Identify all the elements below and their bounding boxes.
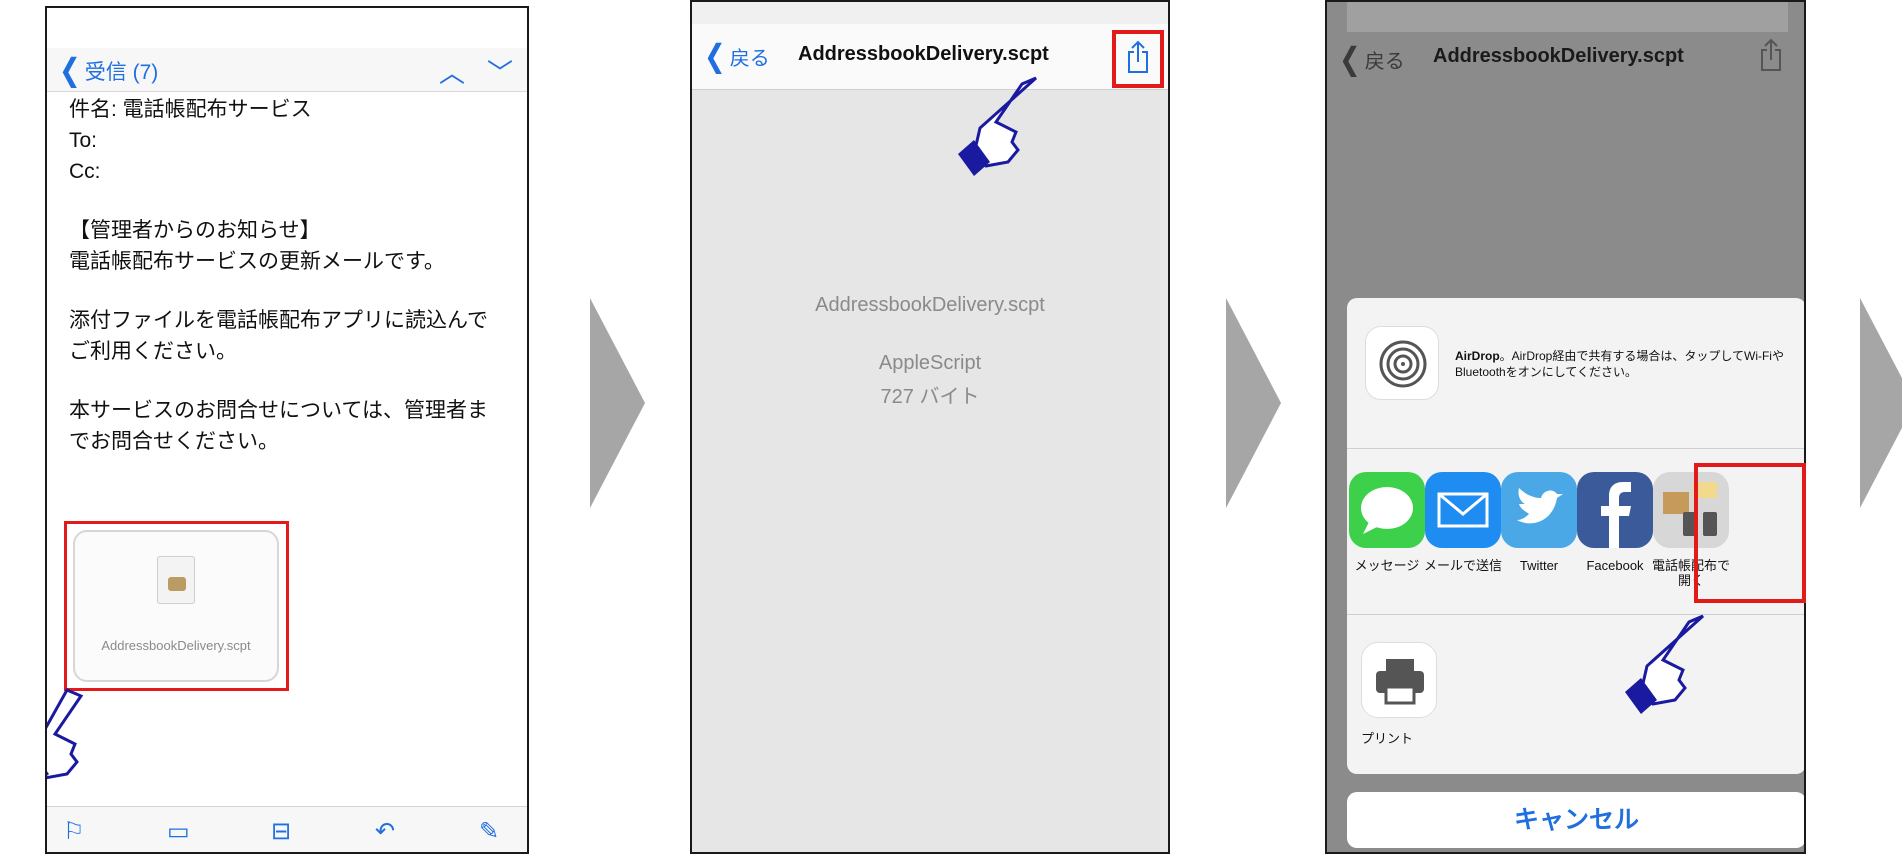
message-navigation: ︿ ﹀ <box>439 53 513 90</box>
airdrop-name: AirDrop <box>1455 349 1500 363</box>
step-arrow <box>1860 298 1902 508</box>
back-label: 戻る <box>729 48 770 70</box>
share-button-highlight <box>1112 30 1164 88</box>
script-file-icon <box>157 556 195 604</box>
app-label: Facebook <box>1586 558 1644 573</box>
cancel-button[interactable]: キャンセル <box>1347 792 1804 848</box>
file-preview-screen: ❮ 戻る AddressbookDelivery.scpt Addressboo… <box>690 0 1170 854</box>
print-button[interactable] <box>1361 642 1437 718</box>
share-app-facebook[interactable]: Facebook <box>1575 472 1655 573</box>
airdrop-message: AirDrop。AirDrop経由で共有する場合は、タップしてWi-FiやBlu… <box>1455 348 1785 380</box>
email-text-line: ご利用ください。 <box>69 340 237 363</box>
airdrop-text: 。AirDrop経由で共有する場合は、タップしてWi-FiやBluetoothを… <box>1455 349 1784 379</box>
file-info-area: AddressbookDelivery.scpt AppleScript 727… <box>692 90 1168 852</box>
print-label: プリント <box>1361 731 1414 746</box>
app-highlight <box>1694 463 1806 603</box>
folder-icon[interactable]: ▭ <box>167 817 190 846</box>
email-text-line: 【管理者からのお知らせ】 <box>69 219 321 242</box>
archive-icon[interactable]: ⊟ <box>271 817 291 846</box>
twitter-icon <box>1501 472 1577 548</box>
flag-icon[interactable]: ⚐ <box>63 817 85 846</box>
step-arrow <box>590 298 645 508</box>
airdrop-row: AirDrop。AirDrop経由で共有する場合は、タップしてWi-FiやBlu… <box>1347 298 1804 449</box>
preview-title: AddressbookDelivery.scpt <box>1433 45 1684 67</box>
file-kind: AppleScript <box>878 352 982 374</box>
pointing-hand-icon <box>958 76 1037 176</box>
pointing-hand-icon <box>47 688 84 780</box>
step-arrow <box>1226 298 1281 508</box>
pointing-hand-icon <box>1625 614 1704 714</box>
facebook-icon <box>1577 472 1653 548</box>
share-app-messages[interactable]: メッセージ <box>1347 472 1427 573</box>
mail-nav-bar: ❮ 受信 (7) ︿ ﹀ <box>47 48 527 92</box>
email-text-line: 本サービスのお問合せについては、管理者ま <box>69 399 488 422</box>
reply-icon[interactable]: ↶ <box>375 817 395 846</box>
attachment-tile[interactable]: AddressbookDelivery.scpt <box>73 530 279 682</box>
share-icon[interactable] <box>1760 38 1782 72</box>
app-label: メッセージ <box>1354 558 1420 573</box>
attachment-filename: AddressbookDelivery.scpt <box>101 638 251 653</box>
email-cc: Cc: <box>69 160 101 183</box>
app-label: メールで送信 <box>1423 558 1502 573</box>
email-text-line: でお問合せください。 <box>69 430 279 453</box>
share-icon[interactable] <box>1127 40 1149 74</box>
chevron-up-icon[interactable]: ︿ <box>439 53 465 90</box>
email-text-line: 電話帳配布サービスの更新メールです。 <box>69 250 445 273</box>
email-to: To: <box>69 129 98 152</box>
inbox-back-label: 受信 (7) <box>84 60 159 84</box>
status-bar <box>692 2 1168 24</box>
mail-toolbar: ⚐ ▭ ⊟ ↶ ✎ <box>47 806 527 852</box>
email-body: 件名: 電話帳配布サービス To: Cc: 【管理者からのお知らせ】 電話帳配布… <box>69 94 509 457</box>
chevron-left-icon: ❮ <box>1339 40 1361 77</box>
share-app-mail[interactable]: メールで送信 <box>1423 472 1503 573</box>
tutorial-stage: ❮ 受信 (7) ︿ ﹀ 件名: 電話帳配布サービス To: Cc: 【管理者か… <box>0 0 1902 857</box>
attachment-highlight: AddressbookDelivery.scpt <box>64 521 289 691</box>
chevron-left-icon: ❮ <box>704 37 726 74</box>
compose-icon[interactable]: ✎ <box>479 817 499 846</box>
mail-icon <box>1425 472 1501 548</box>
email-text-line: 添付ファイルを電話帳配布アプリに読込んで <box>69 309 488 332</box>
chevron-down-icon[interactable]: ﹀ <box>487 53 513 90</box>
file-name: AddressbookDelivery.scpt <box>815 294 1045 316</box>
printer-icon <box>1376 659 1424 705</box>
preview-nav-bar: ❮ 戻る AddressbookDelivery.scpt <box>692 24 1168 90</box>
back-button[interactable]: ❮ 戻る <box>704 37 770 74</box>
messages-icon <box>1349 472 1425 548</box>
action-row: プリント <box>1347 616 1804 774</box>
preview-title: AddressbookDelivery.scpt <box>798 43 1049 65</box>
chevron-left-icon: ❮ <box>59 51 81 88</box>
file-size: 727 バイト <box>880 386 980 408</box>
share-sheet-screen: ❮ 戻る AddressbookDelivery.scpt AirDrop。Ai… <box>1325 0 1806 854</box>
email-subject: 件名: 電話帳配布サービス <box>69 98 312 121</box>
airdrop-icon[interactable] <box>1365 326 1439 400</box>
back-button[interactable]: ❮ 戻る <box>1339 40 1405 77</box>
inbox-back-button[interactable]: ❮ 受信 (7) <box>59 51 159 88</box>
share-app-twitter[interactable]: Twitter <box>1499 472 1579 573</box>
mail-screen: ❮ 受信 (7) ︿ ﹀ 件名: 電話帳配布サービス To: Cc: 【管理者か… <box>45 6 529 854</box>
app-label: Twitter <box>1519 558 1559 573</box>
status-bar <box>1347 2 1788 32</box>
back-label: 戻る <box>1364 51 1405 73</box>
